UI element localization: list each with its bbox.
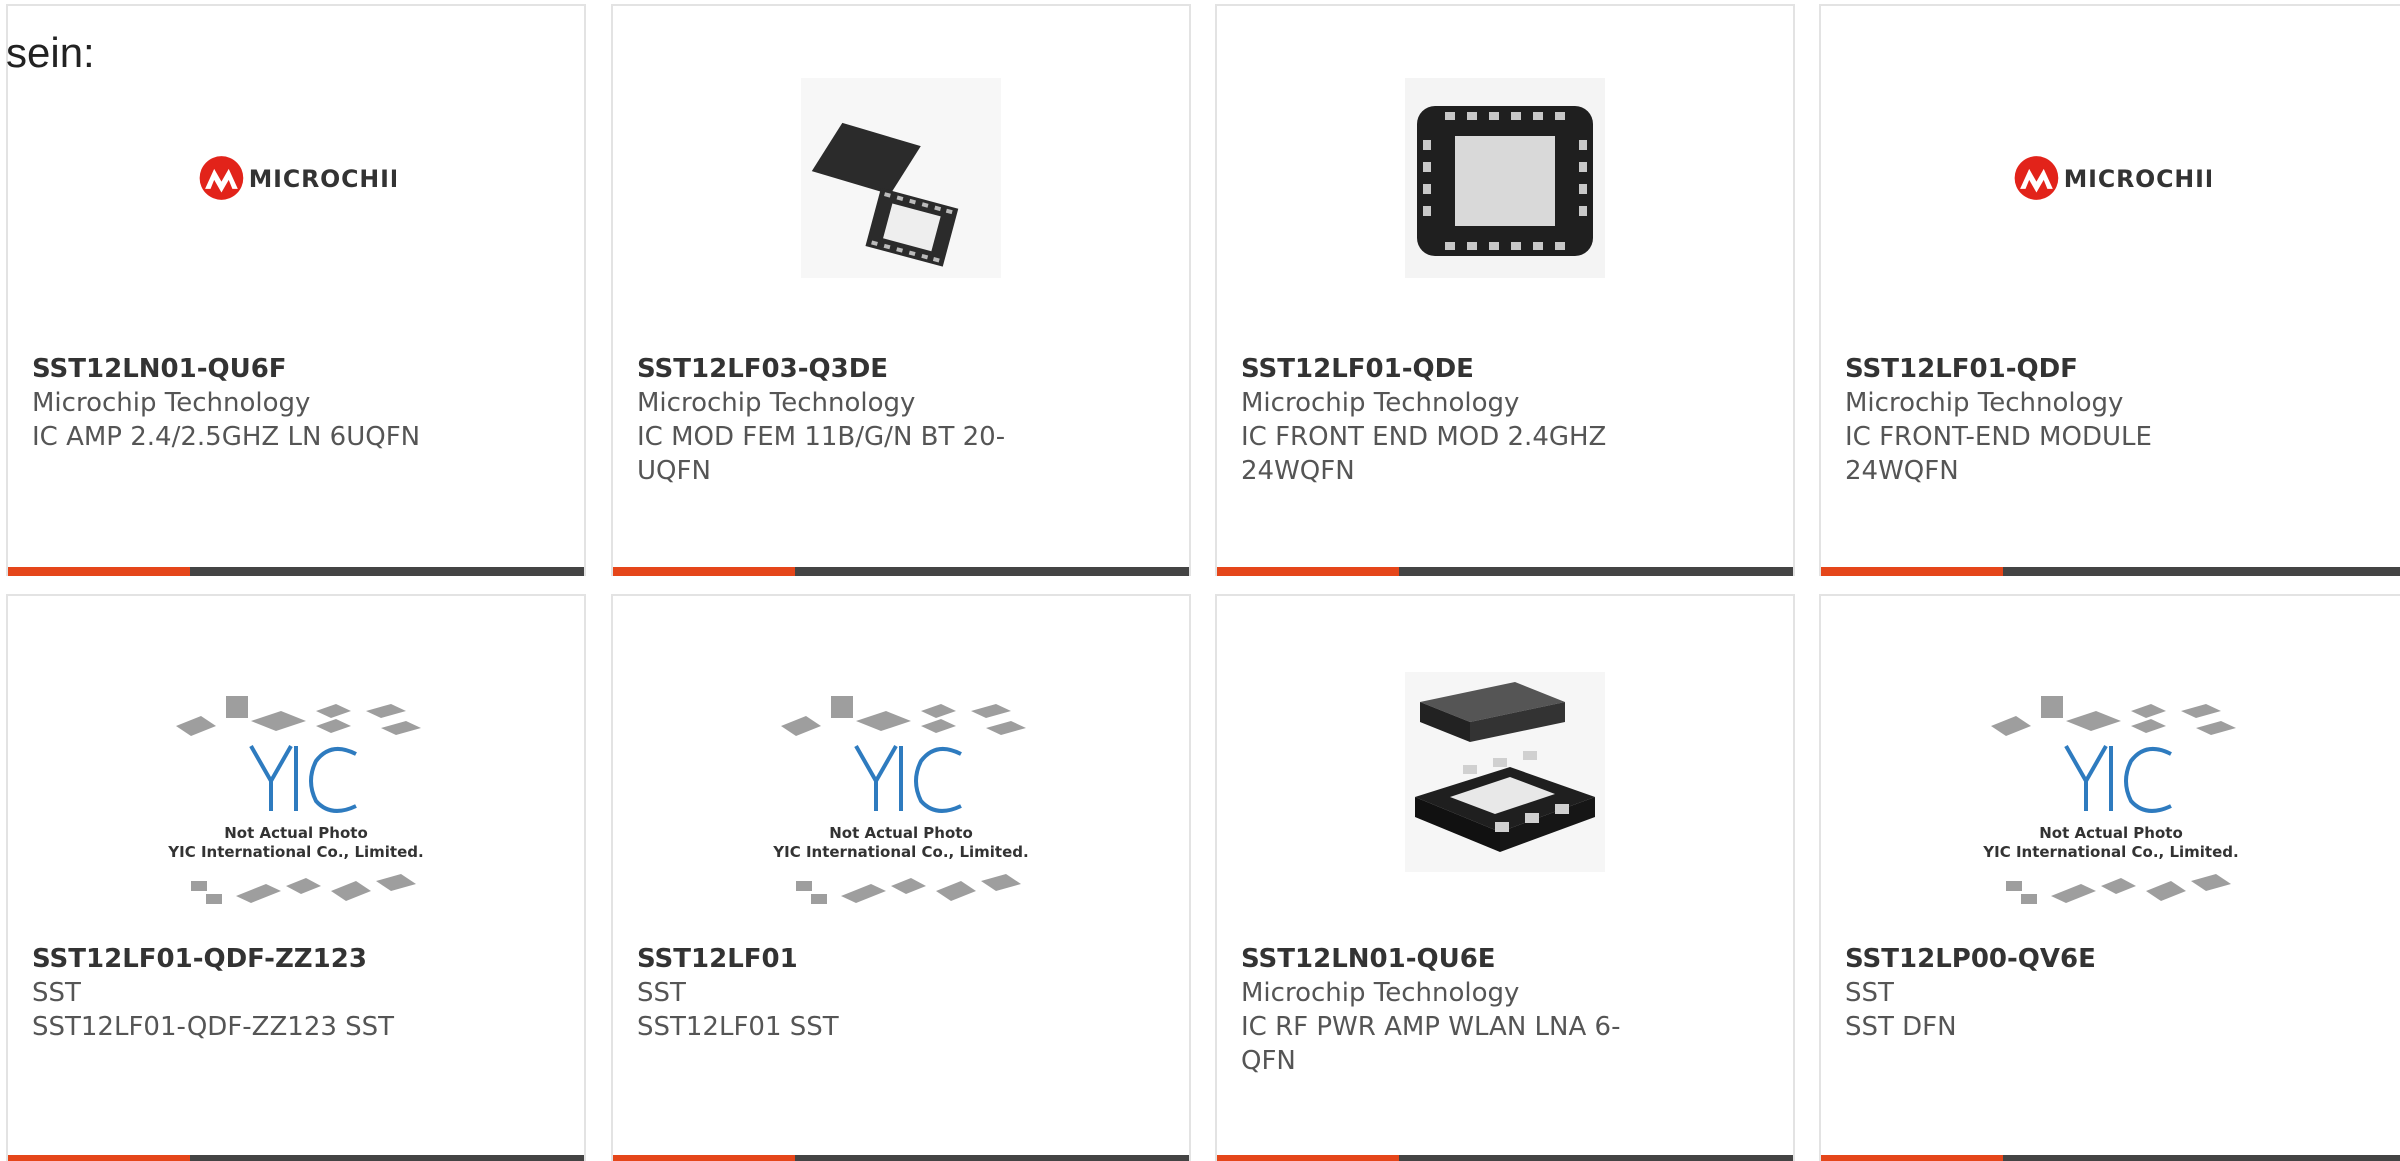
product-card[interactable]: SST12LF03-Q3DE Microchip Technology IC M…	[611, 4, 1191, 576]
card-bottom-bar	[1821, 1155, 2400, 1161]
description: SST DFN	[1845, 1012, 1957, 1042]
part-number[interactable]: SST12LF01-QDE	[1241, 352, 1641, 386]
product-grid: MICROCHIP SST12LN01-QU6F Microchip Techn…	[0, 0, 2400, 1161]
card-bottom-bar	[1217, 1155, 1793, 1161]
microchip-logo-icon: MICROCHIP	[196, 78, 396, 278]
manufacturer: SST	[1845, 978, 1894, 1008]
manufacturer: Microchip Technology	[1845, 388, 2124, 418]
description: IC MOD FEM 11B/G/N BT 20-UQFN	[637, 422, 1006, 486]
part-number[interactable]: SST12LF01	[637, 942, 1037, 976]
description: IC RF PWR AMP WLAN LNA 6-QFN	[1241, 1012, 1621, 1076]
product-card[interactable]: MICROCHIP SST12LN01-QU6F Microchip Techn…	[6, 4, 586, 576]
uqfn-package-icon	[801, 78, 1001, 278]
manufacturer: SST	[32, 978, 81, 1008]
part-number[interactable]: SST12LF01-QDF-ZZ123	[32, 942, 432, 976]
product-card[interactable]: MICROCHIP SST12LF01-QDF Microchip Techno…	[1819, 4, 2400, 576]
part-number[interactable]: SST12LP00-QV6E	[1845, 942, 2245, 976]
svg-text:YIC International Co., Limited: YIC International Co., Limited.	[1982, 843, 2238, 861]
card-bottom-bar	[1821, 567, 2400, 576]
manufacturer: Microchip Technology	[32, 388, 311, 418]
product-card[interactable]: SST12LN01-QU6E Microchip Technology IC R…	[1215, 594, 1795, 1161]
description: SST12LF01-QDF-ZZ123 SST	[32, 1012, 395, 1042]
manufacturer: Microchip Technology	[1241, 978, 1520, 1008]
yic-placeholder-icon: Not Actual Photo YIC International Co., …	[1971, 686, 2251, 926]
description: IC FRONT END MOD 2.4GHZ 24WQFN	[1241, 422, 1607, 486]
manufacturer: Microchip Technology	[1241, 388, 1520, 418]
part-number[interactable]: SST12LN01-QU6E	[1241, 942, 1641, 976]
product-card[interactable]: Not Actual Photo YIC International Co., …	[1819, 594, 2400, 1161]
svg-text:Not Actual Photo: Not Actual Photo	[2039, 824, 2183, 842]
dfn-package-icon	[1405, 672, 1605, 872]
manufacturer: Microchip Technology	[637, 388, 916, 418]
card-bottom-bar	[8, 567, 584, 576]
description: SST12LF01 SST	[637, 1012, 839, 1042]
product-card[interactable]: SST12LF01-QDE Microchip Technology IC FR…	[1215, 4, 1795, 576]
card-bottom-bar	[613, 567, 1189, 576]
wqfn-package-icon	[1405, 78, 1605, 278]
svg-text:YIC International Co., Limited: YIC International Co., Limited.	[772, 843, 1028, 861]
description: IC FRONT-END MODULE 24WQFN	[1845, 422, 2152, 486]
svg-text:Not Actual Photo: Not Actual Photo	[829, 824, 973, 842]
card-bottom-bar	[8, 1155, 584, 1161]
part-number[interactable]: SST12LF03-Q3DE	[637, 352, 1037, 386]
yic-placeholder-icon: Not Actual Photo YIC International Co., …	[761, 686, 1041, 926]
svg-text:YIC International Co., Limited: YIC International Co., Limited.	[167, 843, 423, 861]
part-number[interactable]: SST12LF01-QDF	[1845, 352, 2245, 386]
product-card[interactable]: Not Actual Photo YIC International Co., …	[611, 594, 1191, 1161]
svg-text:MICROCHIP: MICROCHIP	[249, 165, 396, 193]
card-bottom-bar	[1217, 567, 1793, 576]
svg-text:MICROCHIP: MICROCHIP	[2064, 165, 2211, 193]
manufacturer: SST	[637, 978, 686, 1008]
yic-placeholder-icon: Not Actual Photo YIC International Co., …	[156, 686, 436, 926]
product-grid-page: sein: MICROCHIP SST12LN01-QU6F Microchip…	[0, 0, 2400, 1161]
part-number[interactable]: SST12LN01-QU6F	[32, 352, 432, 386]
description: IC AMP 2.4/2.5GHZ LN 6UQFN	[32, 422, 421, 452]
card-bottom-bar	[613, 1155, 1189, 1161]
microchip-logo-icon: MICROCHIP	[2011, 78, 2211, 278]
svg-text:Not Actual Photo: Not Actual Photo	[224, 824, 368, 842]
product-card[interactable]: Not Actual Photo YIC International Co., …	[6, 594, 586, 1161]
